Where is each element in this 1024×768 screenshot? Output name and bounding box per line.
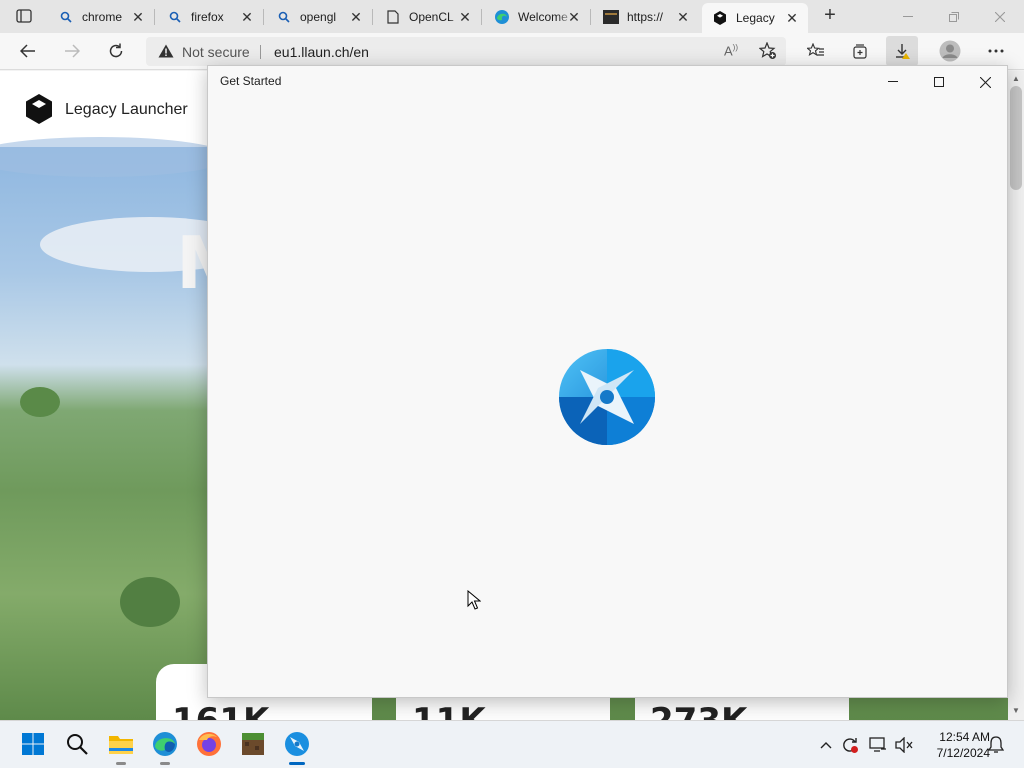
tree xyxy=(120,577,180,627)
terminal-icon xyxy=(603,9,619,25)
new-tab-button[interactable]: + xyxy=(818,4,842,28)
search-icon xyxy=(276,9,292,25)
star-add-icon xyxy=(759,42,776,59)
document-icon xyxy=(385,9,401,25)
back-arrow-icon xyxy=(20,44,35,58)
legacy-launcher-logo-icon[interactable] xyxy=(24,93,54,130)
running-indicator xyxy=(160,762,170,765)
window-maximize-button[interactable] xyxy=(916,66,962,98)
legacy-launcher-icon xyxy=(712,10,728,26)
sync-alert-icon[interactable] xyxy=(840,735,860,755)
minimize-icon xyxy=(903,15,913,17)
search-icon xyxy=(167,9,183,25)
tab-close-icon[interactable]: ✕ xyxy=(566,9,582,25)
browser-tab[interactable]: chrome ✕ xyxy=(48,2,155,32)
network-icon[interactable] xyxy=(868,735,888,755)
address-bar[interactable]: Not secure eu1.llaun.ch/en A)) xyxy=(146,37,786,66)
browser-tab[interactable]: https:// ✕ xyxy=(593,2,699,32)
running-indicator-active xyxy=(289,762,305,765)
restore-button[interactable] xyxy=(931,0,977,33)
address-divider xyxy=(260,45,261,59)
tab-close-icon[interactable]: ✕ xyxy=(784,10,800,26)
running-indicator xyxy=(116,762,126,765)
add-favorite-button[interactable] xyxy=(752,36,784,66)
tab-actions-button[interactable] xyxy=(8,4,40,28)
edge-icon[interactable] xyxy=(150,729,180,759)
file-explorer-icon[interactable] xyxy=(106,729,136,759)
mouse-cursor-icon xyxy=(467,589,482,615)
avatar xyxy=(939,40,961,62)
minimize-icon xyxy=(888,81,898,82)
browser-tab-active[interactable]: Legacy ✕ xyxy=(702,3,808,33)
tab-actions-icon xyxy=(16,9,32,23)
cloud xyxy=(0,137,230,177)
scrollbar-thumb[interactable] xyxy=(1010,86,1022,190)
browser-tab[interactable]: opengl ✕ xyxy=(266,2,373,32)
refresh-icon xyxy=(109,43,123,58)
url-text[interactable]: eu1.llaun.ch/en xyxy=(274,44,369,60)
close-window-button[interactable] xyxy=(977,0,1023,33)
close-icon xyxy=(995,11,1005,22)
restore-icon xyxy=(949,11,959,22)
favorites-icon xyxy=(807,43,824,56)
clock-date: 7/12/2024 xyxy=(936,746,990,760)
refresh-button[interactable] xyxy=(100,36,132,66)
tab-close-icon[interactable]: ✕ xyxy=(348,9,364,25)
chevron-up-icon[interactable] xyxy=(816,735,836,755)
browser-tab[interactable]: firefox ✕ xyxy=(157,2,264,32)
tab-close-icon[interactable]: ✕ xyxy=(239,9,255,25)
security-label[interactable]: Not secure xyxy=(182,44,250,60)
tab-close-icon[interactable]: ✕ xyxy=(675,9,691,25)
get-started-window: Get Started xyxy=(207,65,1008,698)
stat-value: 273K xyxy=(650,701,747,720)
clock-time: 12:54 AM xyxy=(939,730,990,744)
search-icon xyxy=(58,9,74,25)
tab-strip: chrome ✕ firefox ✕ opengl ✕ OpenCL ✕ Wel… xyxy=(0,0,1024,33)
window-close-button[interactable] xyxy=(962,66,1008,98)
notification-icon[interactable] xyxy=(986,735,1006,755)
tab-close-icon[interactable]: ✕ xyxy=(130,9,146,25)
browser-tab[interactable]: Welcome ✕ xyxy=(484,2,591,32)
collections-icon xyxy=(853,44,867,59)
profile-button[interactable] xyxy=(934,36,966,66)
site-name[interactable]: Legacy Launcher xyxy=(65,101,188,119)
forward-button[interactable] xyxy=(56,36,88,66)
volume-muted-icon[interactable] xyxy=(894,735,914,755)
read-aloud-icon[interactable]: A)) xyxy=(724,43,738,58)
stat-value: 11K xyxy=(412,701,486,720)
minecraft-icon[interactable] xyxy=(238,729,268,759)
more-icon xyxy=(988,49,1004,53)
tab-close-icon[interactable]: ✕ xyxy=(457,9,473,25)
get-started-logo-icon xyxy=(558,348,656,451)
scroll-down-arrow[interactable]: ▼ xyxy=(1008,704,1024,718)
edge-icon xyxy=(494,9,510,25)
search-icon[interactable] xyxy=(62,729,92,759)
stat-value: 161K xyxy=(172,701,269,720)
scroll-up-arrow[interactable]: ▲ xyxy=(1008,72,1024,86)
start-icon[interactable] xyxy=(18,729,48,759)
maximize-icon xyxy=(934,77,944,87)
system-clock[interactable]: 12:54 AM 7/12/2024 xyxy=(918,729,990,761)
settings-more-button[interactable] xyxy=(980,36,1012,66)
download-icon xyxy=(896,44,910,59)
window-title: Get Started xyxy=(220,74,282,88)
collections-button[interactable] xyxy=(844,36,876,66)
back-button[interactable] xyxy=(12,36,44,66)
close-icon xyxy=(979,76,991,88)
minimize-button[interactable] xyxy=(885,0,931,33)
tree xyxy=(20,387,60,417)
firefox-icon[interactable] xyxy=(194,729,224,759)
downloads-button[interactable] xyxy=(886,36,918,66)
taskbar: 12:54 AM 7/12/2024 xyxy=(0,720,1024,768)
favorites-button[interactable] xyxy=(800,36,832,66)
window-minimize-button[interactable] xyxy=(870,66,916,98)
browser-tab[interactable]: OpenCL ✕ xyxy=(375,2,482,32)
forward-arrow-icon xyxy=(65,44,80,58)
warning-icon[interactable] xyxy=(158,44,174,63)
get-started-icon[interactable] xyxy=(282,729,312,759)
